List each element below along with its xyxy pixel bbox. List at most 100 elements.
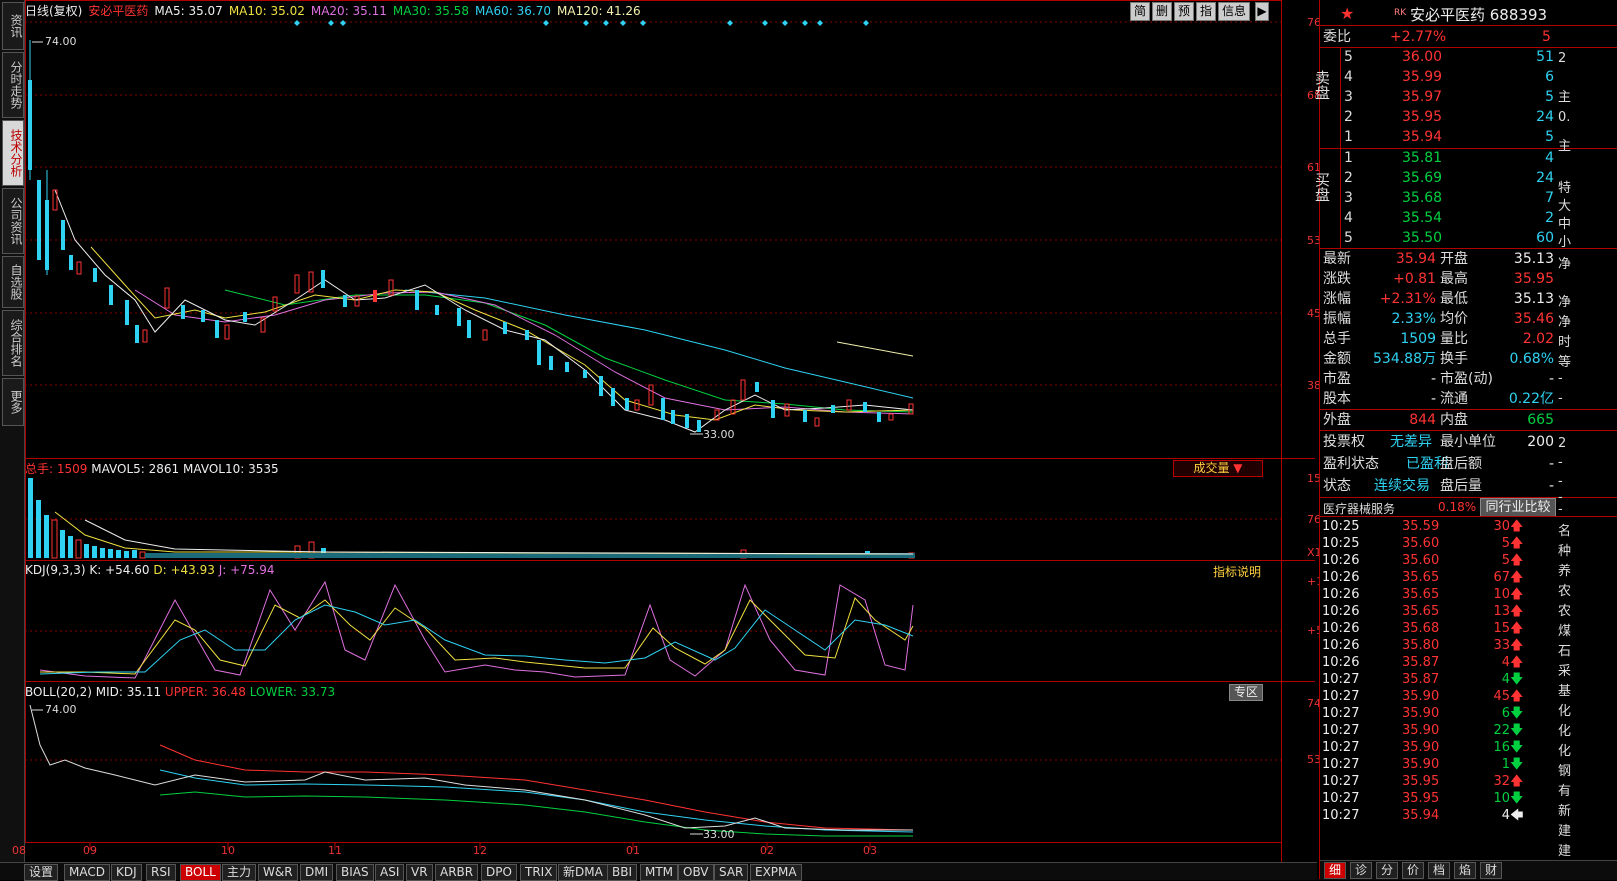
- extra-value: -: [1548, 478, 1554, 494]
- tab-detail[interactable]: 细: [1324, 862, 1347, 879]
- sell-volume: 5: [1545, 89, 1554, 105]
- stat-value: 35.13: [1513, 291, 1554, 307]
- tab-sar[interactable]: SAR: [714, 864, 749, 881]
- price-low-label: 33.00: [703, 428, 735, 441]
- arrow-down-icon: 🡇: [1510, 757, 1524, 772]
- month-label: 10: [221, 844, 235, 857]
- tab-newdma[interactable]: 新DMA: [558, 864, 608, 881]
- arrow-up-icon: 🡅: [1510, 621, 1524, 636]
- stat-label: 换手: [1440, 351, 1468, 367]
- mavol10-value: MAVOL10: 3535: [183, 462, 279, 476]
- month-label: 01: [626, 844, 640, 857]
- stat-row: 外盘 844 内盘 665: [1320, 410, 1617, 430]
- tab-price[interactable]: 价: [1402, 862, 1425, 879]
- stat-label: 涨幅: [1323, 291, 1351, 307]
- tab-dmi[interactable]: DMI: [300, 864, 334, 881]
- arrow-down-icon: 🡇: [1510, 791, 1524, 806]
- buy-volume: 4: [1545, 150, 1554, 166]
- tab-bias[interactable]: BIAS: [336, 864, 374, 881]
- tab-technical[interactable]: 技术分析: [2, 120, 24, 186]
- extra-value: 连续交易: [1374, 478, 1430, 494]
- weibi-row: 委比 +2.77% 5: [1320, 27, 1617, 47]
- stat-value: 534.88万: [1373, 351, 1436, 367]
- boll-upper-value: UPPER: 36.48: [164, 685, 246, 699]
- tab-macd[interactable]: MACD: [64, 864, 110, 881]
- stat-value: -: [1430, 371, 1436, 387]
- kdj-d-line: [39, 604, 914, 675]
- arrow-down-icon: 🡇: [1510, 740, 1524, 755]
- stat-label: 总手: [1323, 331, 1351, 347]
- tab-trix[interactable]: TRIX: [520, 864, 558, 881]
- indicator-help-button[interactable]: 指标说明: [1213, 563, 1261, 580]
- star-icon[interactable]: ★: [1340, 4, 1354, 23]
- sell-price: 36.00: [1402, 49, 1443, 65]
- stat-value: 0.22亿: [1508, 391, 1554, 407]
- kdj-j-line: [39, 580, 914, 679]
- buy-price: 35.54: [1402, 210, 1443, 226]
- mavol5-line: [54, 511, 914, 555]
- sell-volume: 24: [1536, 109, 1554, 125]
- tab-obv[interactable]: OBV: [678, 864, 714, 881]
- tab-intraday[interactable]: 分时走势: [2, 52, 24, 118]
- tab-minute[interactable]: 分: [1376, 862, 1399, 879]
- industry-compare-button[interactable]: 同行业比较: [1480, 498, 1556, 517]
- volume-select-button[interactable]: 成交量 ▼: [1173, 460, 1263, 477]
- kdj-legend: KDJ(9,3,3) K: +54.60 D: +43.93 J: +75.94: [25, 563, 275, 577]
- tab-level[interactable]: 档: [1428, 862, 1451, 879]
- volume-value: 总手: 1509: [25, 462, 88, 476]
- tab-watchlist[interactable]: 自选股: [2, 256, 24, 308]
- tab-dpo[interactable]: DPO: [481, 864, 517, 881]
- stat-label: 最新: [1323, 251, 1351, 267]
- ma10-line: [90, 246, 914, 421]
- tab-mtm[interactable]: MTM: [640, 864, 679, 881]
- ma120-line: [836, 341, 914, 357]
- tab-expma[interactable]: EXPMA: [750, 864, 802, 881]
- industry-name[interactable]: 医疗器械服务: [1323, 500, 1395, 517]
- volume-legend: 总手: 1509 MAVOL5: 2861 MAVOL10: 3535: [25, 460, 279, 477]
- sell-level: 1: [1344, 129, 1353, 145]
- stat-label: 内盘: [1440, 412, 1468, 428]
- stat-label: 流通: [1440, 391, 1468, 407]
- tab-flame[interactable]: 焰: [1454, 862, 1477, 879]
- kdj-k-line: [40, 597, 914, 675]
- month-label: 12: [473, 844, 487, 857]
- buy-volume: 24: [1536, 170, 1554, 186]
- tab-kdj[interactable]: KDJ: [111, 864, 142, 881]
- tab-finance[interactable]: 财: [1480, 862, 1503, 879]
- kline-chart-area[interactable]: 日线(复权) 安必平医药 MA5: 35.07 MA10: 35.02 MA20: 35…: [12, 0, 1348, 862]
- tab-bbi[interactable]: BBI: [607, 864, 638, 881]
- special-zone-button[interactable]: 专区: [1229, 684, 1264, 701]
- sell-price: 35.99: [1402, 69, 1443, 85]
- arrow-up-icon: 🡅: [1510, 536, 1524, 551]
- tab-vr[interactable]: VR: [406, 864, 433, 881]
- tab-zhuli[interactable]: 主力: [222, 864, 257, 881]
- month-label: 11: [328, 844, 342, 857]
- tab-company[interactable]: 公司资讯: [2, 188, 24, 254]
- kdj-j-value: J: +75.94: [218, 563, 275, 577]
- extra-value: 无差异: [1390, 434, 1432, 450]
- candles: [28, 40, 914, 432]
- tab-ranking[interactable]: 综合排名: [2, 310, 24, 376]
- arrow-up-icon: 🡅: [1510, 638, 1524, 653]
- stat-label: 股本: [1323, 391, 1351, 407]
- tab-boll[interactable]: BOLL: [180, 864, 221, 881]
- tab-more[interactable]: 更多: [2, 378, 24, 426]
- stat-value: -: [1548, 371, 1554, 387]
- tab-asi[interactable]: ASI: [375, 864, 405, 881]
- tab-settings[interactable]: 设置: [24, 864, 59, 881]
- stat-value: 844: [1409, 412, 1436, 428]
- tab-diagnose[interactable]: 诊: [1350, 862, 1373, 879]
- mavol10-line: [84, 519, 914, 555]
- tab-wr[interactable]: W&R: [258, 864, 298, 881]
- tab-arbr[interactable]: ARBR: [435, 864, 479, 881]
- extra-label: 最小单位: [1440, 434, 1496, 450]
- sell-price: 35.94: [1402, 129, 1443, 145]
- tab-rsi[interactable]: RSI: [146, 864, 176, 881]
- tab-news[interactable]: 资讯: [2, 2, 24, 50]
- month-label: 02: [760, 844, 774, 857]
- stat-label: 均价: [1440, 311, 1468, 327]
- panel-separators: [25, 0, 1315, 862]
- stat-value: 35.95: [1513, 271, 1554, 287]
- kdj-k-value: K: +54.60: [89, 563, 150, 577]
- sell-price: 35.95: [1402, 109, 1443, 125]
